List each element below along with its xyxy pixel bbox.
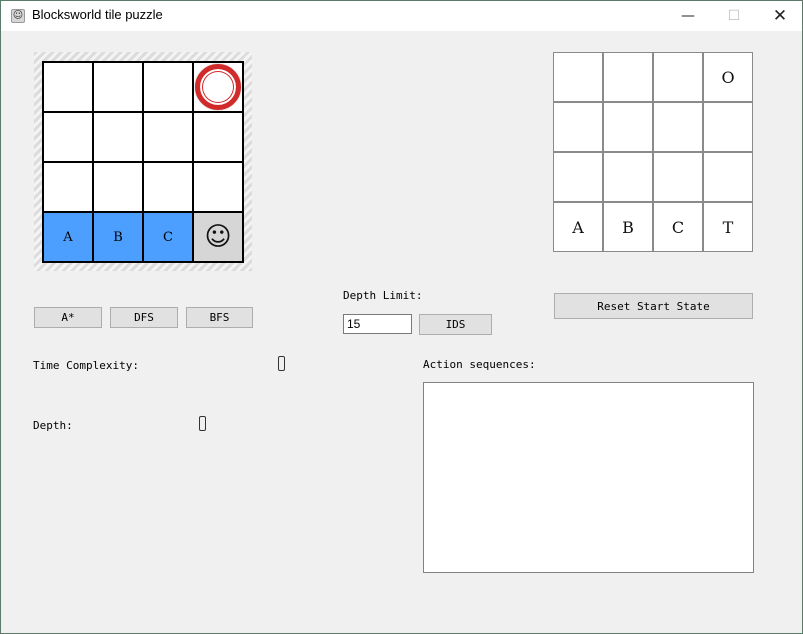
board-cell[interactable]	[143, 112, 193, 162]
maximize-button[interactable]: ☐	[711, 1, 757, 31]
goal-cell	[703, 102, 753, 152]
app-window: ☺ Blocksworld tile puzzle — ☐ ✕ A B C ☺	[0, 0, 803, 634]
board-cell-goal-marker[interactable]	[193, 62, 243, 112]
board-cell[interactable]	[143, 62, 193, 112]
goal-cell	[603, 52, 653, 102]
depth-limit-input[interactable]: 15	[343, 314, 412, 334]
board-cell[interactable]	[93, 62, 143, 112]
board-cell[interactable]	[193, 112, 243, 162]
tile-b[interactable]: B	[93, 212, 143, 262]
board-cell[interactable]	[93, 162, 143, 212]
goal-cell-a: A	[553, 202, 603, 252]
goal-cell	[603, 152, 653, 202]
goal-cell-c: C	[653, 202, 703, 252]
goal-cell-t: T	[703, 202, 753, 252]
goal-cell	[653, 152, 703, 202]
agent-cell[interactable]: ☺	[193, 212, 243, 262]
smiley-app-icon: ☺	[11, 9, 25, 23]
tile-c[interactable]: C	[143, 212, 193, 262]
goal-board: O A B C T	[553, 52, 753, 252]
time-complexity-value	[278, 356, 285, 371]
goal-cell	[553, 52, 603, 102]
tile-a[interactable]: A	[43, 212, 93, 262]
goal-cell-o: O	[703, 52, 753, 102]
time-complexity-label: Time Complexity:	[33, 359, 139, 372]
action-sequences-label: Action sequences:	[423, 358, 536, 371]
goal-cell	[553, 102, 603, 152]
board-cell[interactable]	[193, 162, 243, 212]
start-board: A B C ☺	[42, 61, 244, 263]
astar-button[interactable]: A*	[34, 307, 102, 328]
goal-cell	[653, 102, 703, 152]
bfs-button[interactable]: BFS	[186, 307, 253, 328]
depth-label: Depth:	[33, 419, 73, 432]
goal-cell	[653, 52, 703, 102]
board-cell[interactable]	[43, 62, 93, 112]
title-bar: ☺ Blocksworld tile puzzle — ☐ ✕	[1, 1, 802, 31]
ids-button[interactable]: IDS	[419, 314, 492, 335]
close-button[interactable]: ✕	[757, 1, 803, 31]
reset-start-state-button[interactable]: Reset Start State	[554, 293, 753, 319]
red-ring-icon	[195, 64, 241, 110]
depth-limit-label: Depth Limit:	[343, 289, 423, 302]
goal-cell	[703, 152, 753, 202]
minimize-button[interactable]: —	[665, 1, 711, 31]
board-cell[interactable]	[43, 162, 93, 212]
board-cell[interactable]	[93, 112, 143, 162]
window-title: Blocksworld tile puzzle	[32, 7, 163, 22]
goal-cell	[603, 102, 653, 152]
goal-cell	[553, 152, 603, 202]
dfs-button[interactable]: DFS	[110, 307, 178, 328]
depth-value	[199, 416, 206, 431]
action-sequences-textarea[interactable]	[423, 382, 754, 573]
smiley-agent-icon: ☺	[204, 222, 232, 252]
board-cell[interactable]	[43, 112, 93, 162]
board-cell[interactable]	[143, 162, 193, 212]
goal-cell-b: B	[603, 202, 653, 252]
